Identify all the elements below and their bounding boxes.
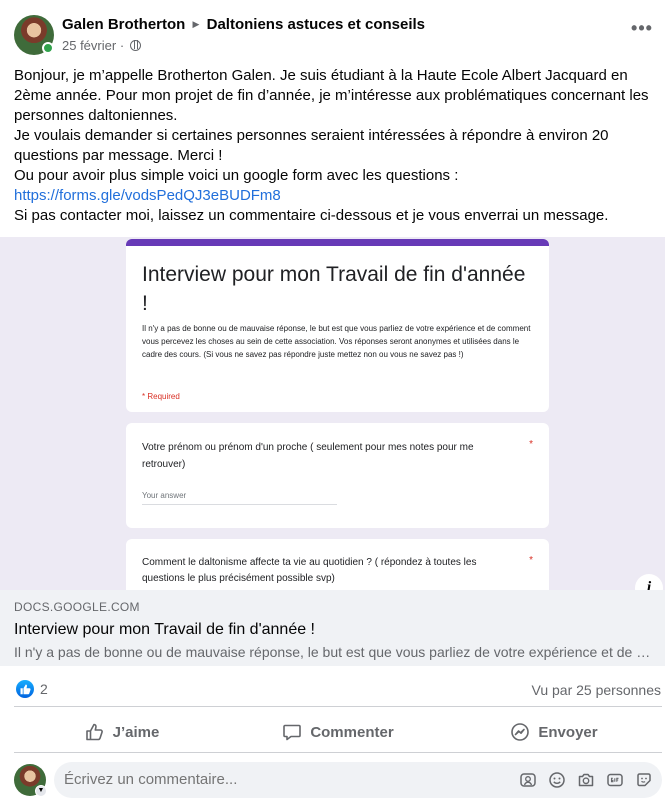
comment-label: Commenter — [310, 723, 394, 741]
online-status-icon — [42, 42, 54, 54]
emoji-icon[interactable] — [547, 770, 567, 790]
thumbs-up-icon — [85, 723, 103, 741]
author-name[interactable]: Galen Brotherton — [62, 16, 185, 33]
post-text: Bonjour, je m’appelle Brotherton Galen. … — [14, 66, 654, 226]
link-preview-image[interactable]: Interview pour mon Travail de fin d'anné… — [0, 237, 665, 590]
link-domain: DOCS.GOOGLE.COM — [14, 600, 140, 614]
send-label: Envoyer — [538, 723, 598, 741]
info-icon[interactable]: i — [635, 574, 663, 590]
post-paragraph: Je voulais demander si certaines personn… — [14, 127, 609, 164]
required-star: * — [529, 439, 533, 450]
post-actions: J’aime Commenter Envoyer — [14, 712, 662, 752]
form-question-card: Votre prénom ou prénom d'un proche ( seu… — [126, 423, 549, 528]
camera-icon[interactable] — [576, 770, 596, 790]
post-date[interactable]: 25 février — [62, 38, 116, 53]
meta-separator: · — [119, 38, 125, 53]
post-paragraph: Ou pour avoir plus simple voici un googl… — [14, 167, 459, 184]
group-name[interactable]: Daltoniens astuces et conseils — [207, 16, 425, 33]
form-header-card: Interview pour mon Travail de fin d'anné… — [126, 239, 549, 412]
caret-right-icon: ▶ — [192, 19, 200, 29]
comment-input[interactable] — [64, 771, 504, 788]
answer-placeholder: Your answer — [142, 491, 337, 505]
divider — [14, 706, 662, 707]
comment-button[interactable]: Commenter — [230, 712, 446, 752]
question-text: Comment le daltonisme affecte ta vie au … — [142, 557, 477, 584]
send-button[interactable]: Envoyer — [446, 712, 662, 752]
link-description: Il n'y a pas de bonne ou de mauvaise rép… — [14, 644, 654, 660]
comment-icon — [283, 724, 302, 741]
reactions-count: 2 — [40, 681, 48, 697]
required-star: * — [529, 555, 533, 566]
required-note: * Required — [142, 392, 180, 401]
form-title: Interview pour mon Travail de fin d'anné… — [142, 263, 526, 315]
post-meta: 25 février · — [62, 38, 141, 53]
more-options-button[interactable]: ••• — [628, 19, 656, 42]
gif-icon[interactable] — [605, 770, 625, 790]
form-link[interactable]: https://forms.gle/vodsPedQJ3eBUDFm8 — [14, 187, 281, 204]
form-question-card: Comment le daltonisme affecte ta vie au … — [126, 539, 549, 590]
comment-box[interactable] — [54, 762, 662, 798]
post-paragraph: Si pas contacter moi, laissez un comment… — [14, 207, 609, 224]
post-header: Galen Brotherton ▶ Daltoniens astuces et… — [0, 0, 665, 62]
question-text: Votre prénom ou prénom d'un proche ( seu… — [142, 442, 474, 470]
link-title: Interview pour mon Travail de fin d'anné… — [14, 621, 315, 638]
post-paragraph: Bonjour, je m’appelle Brotherton Galen. … — [14, 67, 649, 124]
comment-tools — [518, 770, 654, 790]
like-reaction-icon — [16, 680, 34, 698]
author-line: Galen Brotherton ▶ Daltoniens astuces et… — [62, 16, 425, 33]
chevron-down-icon[interactable]: ▼ — [35, 785, 47, 797]
messenger-icon — [511, 723, 530, 741]
like-button[interactable]: J’aime — [14, 712, 230, 752]
link-card[interactable]: DOCS.GOOGLE.COM Interview pour mon Trava… — [0, 590, 665, 666]
divider — [14, 752, 662, 753]
avatar-sticker-icon[interactable] — [518, 770, 538, 790]
seen-by-count[interactable]: Vu par 25 personnes — [532, 682, 661, 698]
sticker-icon[interactable] — [634, 770, 654, 790]
globe-icon — [129, 40, 141, 51]
like-label: J’aime — [112, 723, 160, 741]
form-description: Il n'y a pas de bonne ou de mauvaise rép… — [142, 324, 531, 359]
